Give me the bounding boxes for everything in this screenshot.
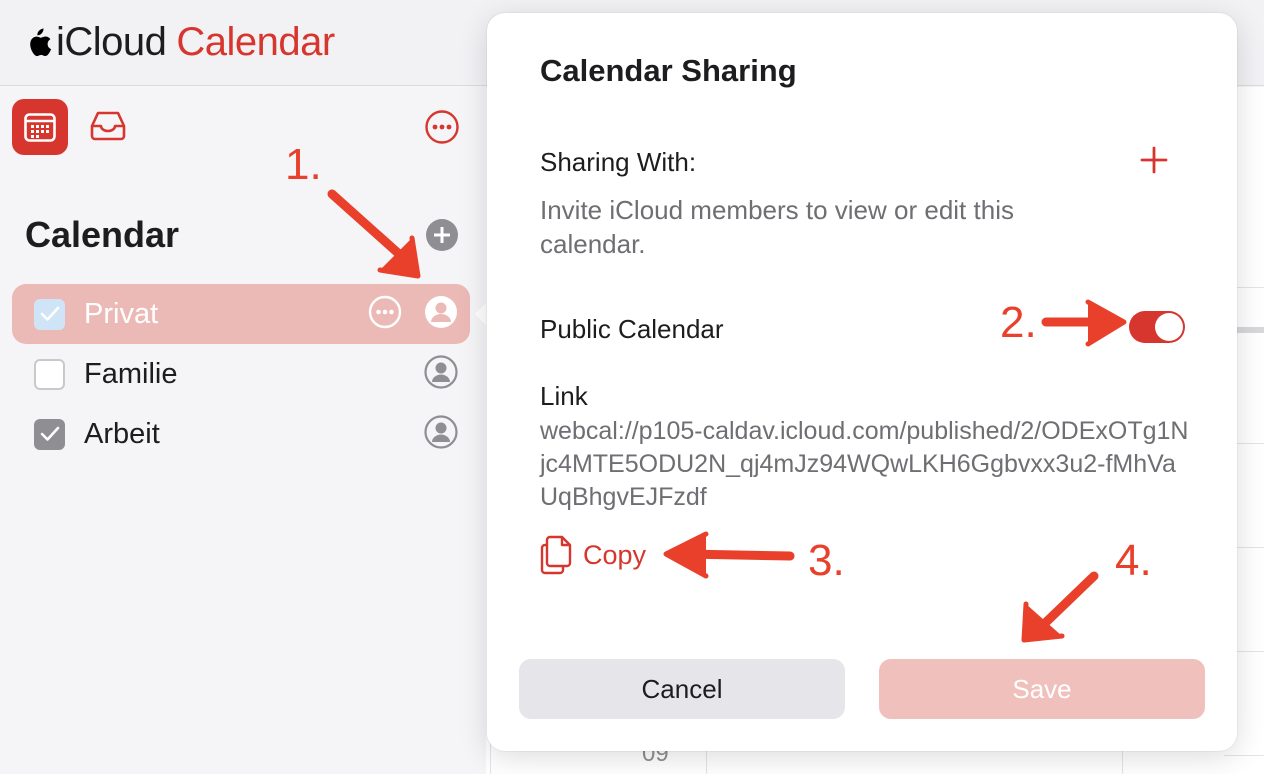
calendar-more-icon[interactable] — [368, 295, 402, 334]
inbox-icon[interactable] — [88, 109, 128, 146]
save-button[interactable]: Save — [879, 659, 1205, 719]
calendar-checkbox[interactable] — [34, 418, 65, 450]
app-brand: iCloud Calendar — [24, 20, 335, 65]
calendar-app-button[interactable] — [12, 99, 68, 155]
checkmark-icon — [40, 306, 59, 321]
sidebar: Calendar Privat Familie Arbeit — [0, 87, 486, 774]
copy-link-button[interactable]: Copy — [539, 535, 646, 575]
calendar-label: Arbeit — [84, 417, 160, 450]
link-label: Link — [540, 381, 588, 411]
brand-icloud-text: iCloud — [56, 20, 167, 64]
public-calendar-toggle[interactable] — [1129, 311, 1185, 343]
apple-logo-icon — [30, 28, 52, 56]
share-person-icon[interactable] — [424, 354, 458, 394]
sharing-description: Invite iCloud members to view or edit th… — [540, 195, 1014, 259]
calendar-item-privat[interactable]: Privat — [12, 284, 470, 344]
add-calendar-icon[interactable] — [425, 218, 459, 257]
more-options-icon[interactable] — [424, 109, 460, 150]
annotation-step-2: 2. — [1000, 298, 1037, 347]
annotation-step-4: 4. — [1115, 536, 1152, 585]
sidebar-title: Calendar — [25, 214, 180, 255]
calendar-icon — [24, 113, 56, 142]
calendar-label: Familie — [84, 357, 178, 390]
checkmark-icon — [40, 426, 59, 441]
calendar-label: Privat — [84, 297, 159, 330]
brand-calendar-text: Calendar — [176, 20, 335, 64]
popover-title: Calendar Sharing — [540, 53, 797, 88]
calendar-checkbox[interactable] — [34, 358, 65, 390]
annotation-step-1: 1. — [285, 140, 322, 189]
copy-icon — [540, 535, 572, 575]
annotation-step-3: 3. — [808, 536, 845, 585]
calendar-item-familie[interactable]: Familie — [12, 344, 470, 404]
grid-line — [1224, 755, 1264, 756]
calendar-sharing-popover: Calendar Sharing Sharing With: Invite iC… — [487, 13, 1237, 751]
copy-label: Copy — [583, 539, 647, 570]
toggle-knob — [1155, 313, 1183, 341]
calendar-checkbox[interactable] — [34, 298, 65, 330]
share-person-icon[interactable] — [424, 414, 458, 454]
cancel-button[interactable]: Cancel — [519, 659, 845, 719]
public-link-url: webcal://p105-caldav.icloud.com/publishe… — [540, 417, 1189, 511]
add-member-icon[interactable] — [1139, 145, 1169, 180]
share-person-icon[interactable] — [424, 295, 458, 334]
public-calendar-label: Public Calendar — [540, 314, 724, 344]
calendar-item-arbeit[interactable]: Arbeit — [12, 404, 470, 464]
sharing-with-label: Sharing With: — [540, 147, 697, 177]
